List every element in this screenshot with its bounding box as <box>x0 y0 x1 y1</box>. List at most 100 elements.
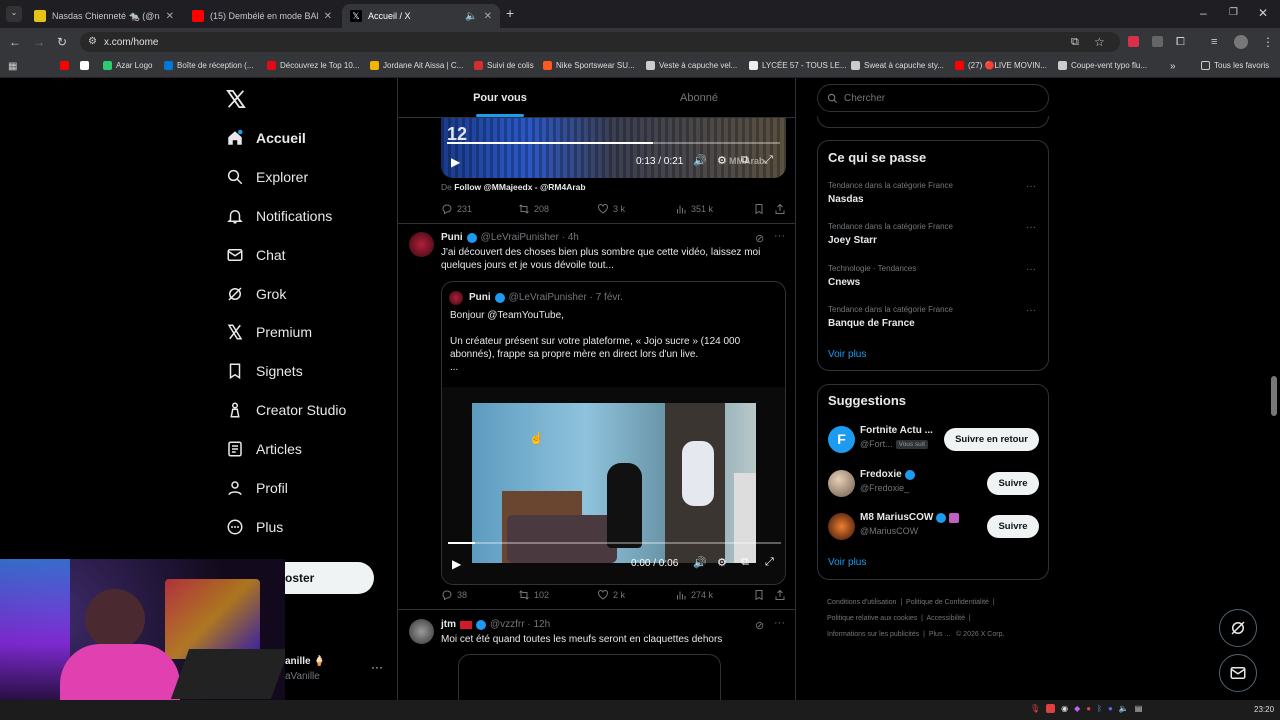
trend-more-icon[interactable]: ··· <box>1026 264 1036 275</box>
quote-video[interactable]: ☝ ▶ 0:00 / 0:06 🔊 ⚙ ⧉ ⤢ <box>442 387 785 584</box>
bookmark-item[interactable]: Découvrez le Top 10... <box>267 61 359 70</box>
tab-following[interactable]: Abonné <box>602 78 796 118</box>
reply-button[interactable]: 38 <box>441 589 467 601</box>
grok-post-icon[interactable]: ⊘ <box>755 232 764 245</box>
follow-back-button[interactable]: Suivre en retour <box>944 428 1039 451</box>
author-name[interactable]: Puni <box>441 232 463 243</box>
suggestion-item[interactable]: M8 MariusCOW @MariusCOW Suivre <box>818 510 1048 544</box>
share-button[interactable] <box>774 203 790 215</box>
new-tab-icon[interactable]: + <box>506 6 514 20</box>
close-icon[interactable]: ✕ <box>484 11 492 22</box>
bookmark-item[interactable]: Veste à capuche vel... <box>646 61 737 70</box>
discord-icon[interactable]: ● <box>1108 704 1113 713</box>
settings-icon[interactable]: ⚙ <box>717 556 727 569</box>
suggestion-item[interactable]: Fredoxie @Fredoxie_ Suivre <box>818 467 1048 501</box>
menu-icon[interactable]: ⋮ <box>1262 35 1274 49</box>
author-handle[interactable]: @LeVraiPunisher · 4h <box>481 232 579 243</box>
trend-more-icon[interactable]: ··· <box>1026 305 1036 316</box>
messages-fab[interactable] <box>1219 654 1257 692</box>
window-close-icon[interactable]: ✕ <box>1258 6 1268 20</box>
trend-item[interactable]: Tendance dans la catégorie France Joey S… <box>818 219 1048 259</box>
record-icon[interactable] <box>1046 704 1056 713</box>
x-logo-icon[interactable] <box>226 90 246 108</box>
like-button[interactable]: 3 k <box>597 203 625 215</box>
see-more-link[interactable]: Voir plus <box>828 557 866 568</box>
browser-tab-3[interactable]: 𝕏 Accueil / X 🔈 ✕ <box>342 4 500 28</box>
play-icon[interactable]: ▶ <box>451 155 460 169</box>
clock[interactable]: 23:20 <box>1254 705 1274 714</box>
app-icon[interactable]: ◆ <box>1074 704 1080 713</box>
trend-more-icon[interactable]: ··· <box>1026 222 1036 233</box>
account-more-icon[interactable]: ··· <box>371 660 383 674</box>
quoted-post[interactable]: Puni @LeVraiPunisher · 7 févr. Bonjour @… <box>441 281 786 585</box>
app-icon[interactable]: ● <box>1086 704 1091 713</box>
bookmark-item[interactable]: Coupe-vent typo flu... <box>1058 61 1147 70</box>
extension-icon[interactable] <box>1128 36 1139 47</box>
close-icon[interactable]: ✕ <box>166 11 174 22</box>
bookmark-item[interactable]: Sweat à capuche sty... <box>851 61 944 70</box>
search-input[interactable] <box>844 92 1034 104</box>
tab-for-you[interactable]: Pour vous <box>398 78 602 118</box>
footer-link[interactable]: Plus ... <box>929 631 950 638</box>
extensions-puzzle-icon[interactable]: ⧠ <box>1176 35 1185 49</box>
trend-more-icon[interactable]: ··· <box>1026 181 1036 192</box>
profile-avatar[interactable] <box>1234 35 1248 49</box>
network-icon[interactable]: ▤ <box>1135 704 1143 713</box>
close-icon[interactable]: ✕ <box>324 11 332 22</box>
nav-articles[interactable]: Articles <box>226 435 302 463</box>
views-button[interactable]: 274 k <box>675 589 713 601</box>
bookmark-item[interactable]: Jordane Ait Aissa | C... <box>370 61 463 70</box>
extension-icon[interactable] <box>1152 36 1163 47</box>
repost-button[interactable]: 102 <box>518 589 549 601</box>
trend-item[interactable]: Tendance dans la catégorie France Banque… <box>818 302 1048 342</box>
post1-video[interactable]: 12 ▶ 0:13 / 0:21 🔊 ⚙ ⧉ ⤢ MMArab <box>441 118 786 178</box>
footer-link[interactable]: Politique de Confidentialité <box>906 599 989 606</box>
pip-icon[interactable]: ⧉ <box>741 556 749 569</box>
reply-button[interactable]: 231 <box>441 203 472 215</box>
progress-track[interactable] <box>447 142 780 144</box>
nav-chat[interactable]: Chat <box>226 241 286 269</box>
footer-link[interactable]: Accessibilité <box>927 615 966 622</box>
post-more-icon[interactable]: ··· <box>774 617 785 629</box>
bookmark-button[interactable] <box>753 589 769 601</box>
grok-fab[interactable] <box>1219 609 1257 647</box>
media-icon[interactable]: ≡ <box>1211 35 1217 49</box>
browser-tab-1[interactable]: Nasdas Chienneté 🐀 (@naslac ✕ <box>26 4 182 28</box>
author-name[interactable]: jtm <box>441 619 456 630</box>
mute-icon[interactable]: 🔈 <box>465 11 477 22</box>
tab-search-icon[interactable]: ⌄ <box>6 6 22 22</box>
nav-premium[interactable]: Premium <box>226 318 312 346</box>
trend-item[interactable]: Technologie · Tendances Cnews ··· <box>818 261 1048 301</box>
trend-item[interactable]: Tendance dans la catégorie France Nasdas… <box>818 178 1048 218</box>
volume-icon[interactable]: 🔊 <box>693 154 707 167</box>
like-button[interactable]: 2 k <box>597 589 625 601</box>
search-box[interactable] <box>817 84 1049 112</box>
back-icon[interactable]: ← <box>9 35 21 49</box>
apps-grid-icon[interactable]: ▦ <box>8 60 17 74</box>
bookmark-item[interactable]: Azar Logo <box>103 61 152 70</box>
repost-button[interactable]: 208 <box>518 203 549 215</box>
follow-button[interactable]: Suivre <box>987 515 1039 538</box>
footer-link[interactable]: Politique relative aux cookies <box>827 615 917 622</box>
url-input[interactable]: x.com/home <box>80 32 1120 52</box>
forward-icon[interactable]: → <box>33 35 45 49</box>
bookmark-item[interactable]: Nike Sportswear SU... <box>543 61 635 70</box>
source-link[interactable]: Follow @MMajeedx - @RM4Arab <box>454 182 585 192</box>
steam-icon[interactable]: ◉ <box>1061 704 1068 713</box>
play-icon[interactable]: ▶ <box>452 557 461 571</box>
nav-creator-studio[interactable]: Creator Studio <box>226 396 346 424</box>
bookmark-button[interactable] <box>753 203 769 215</box>
fullscreen-icon[interactable]: ⤢ <box>764 154 773 167</box>
browser-tab-2[interactable]: (15) Dembélé en mode BALLON ✕ <box>184 4 340 28</box>
footer-link[interactable]: Informations sur les publicités <box>827 631 919 638</box>
avatar[interactable] <box>409 619 434 644</box>
grok-post-icon[interactable]: ⊘ <box>755 619 764 632</box>
bookmark-item[interactable]: Boîte de réception (... <box>164 61 254 70</box>
post-more-icon[interactable]: ··· <box>774 230 785 242</box>
nav-explore[interactable]: Explorer <box>226 163 308 191</box>
see-more-link[interactable]: Voir plus <box>828 349 866 360</box>
author-handle[interactable]: @vzzfrr · 12h <box>490 619 550 630</box>
nav-profile[interactable]: Profil <box>226 474 288 502</box>
fullscreen-icon[interactable]: ⤢ <box>765 556 774 569</box>
avatar[interactable] <box>409 232 434 257</box>
